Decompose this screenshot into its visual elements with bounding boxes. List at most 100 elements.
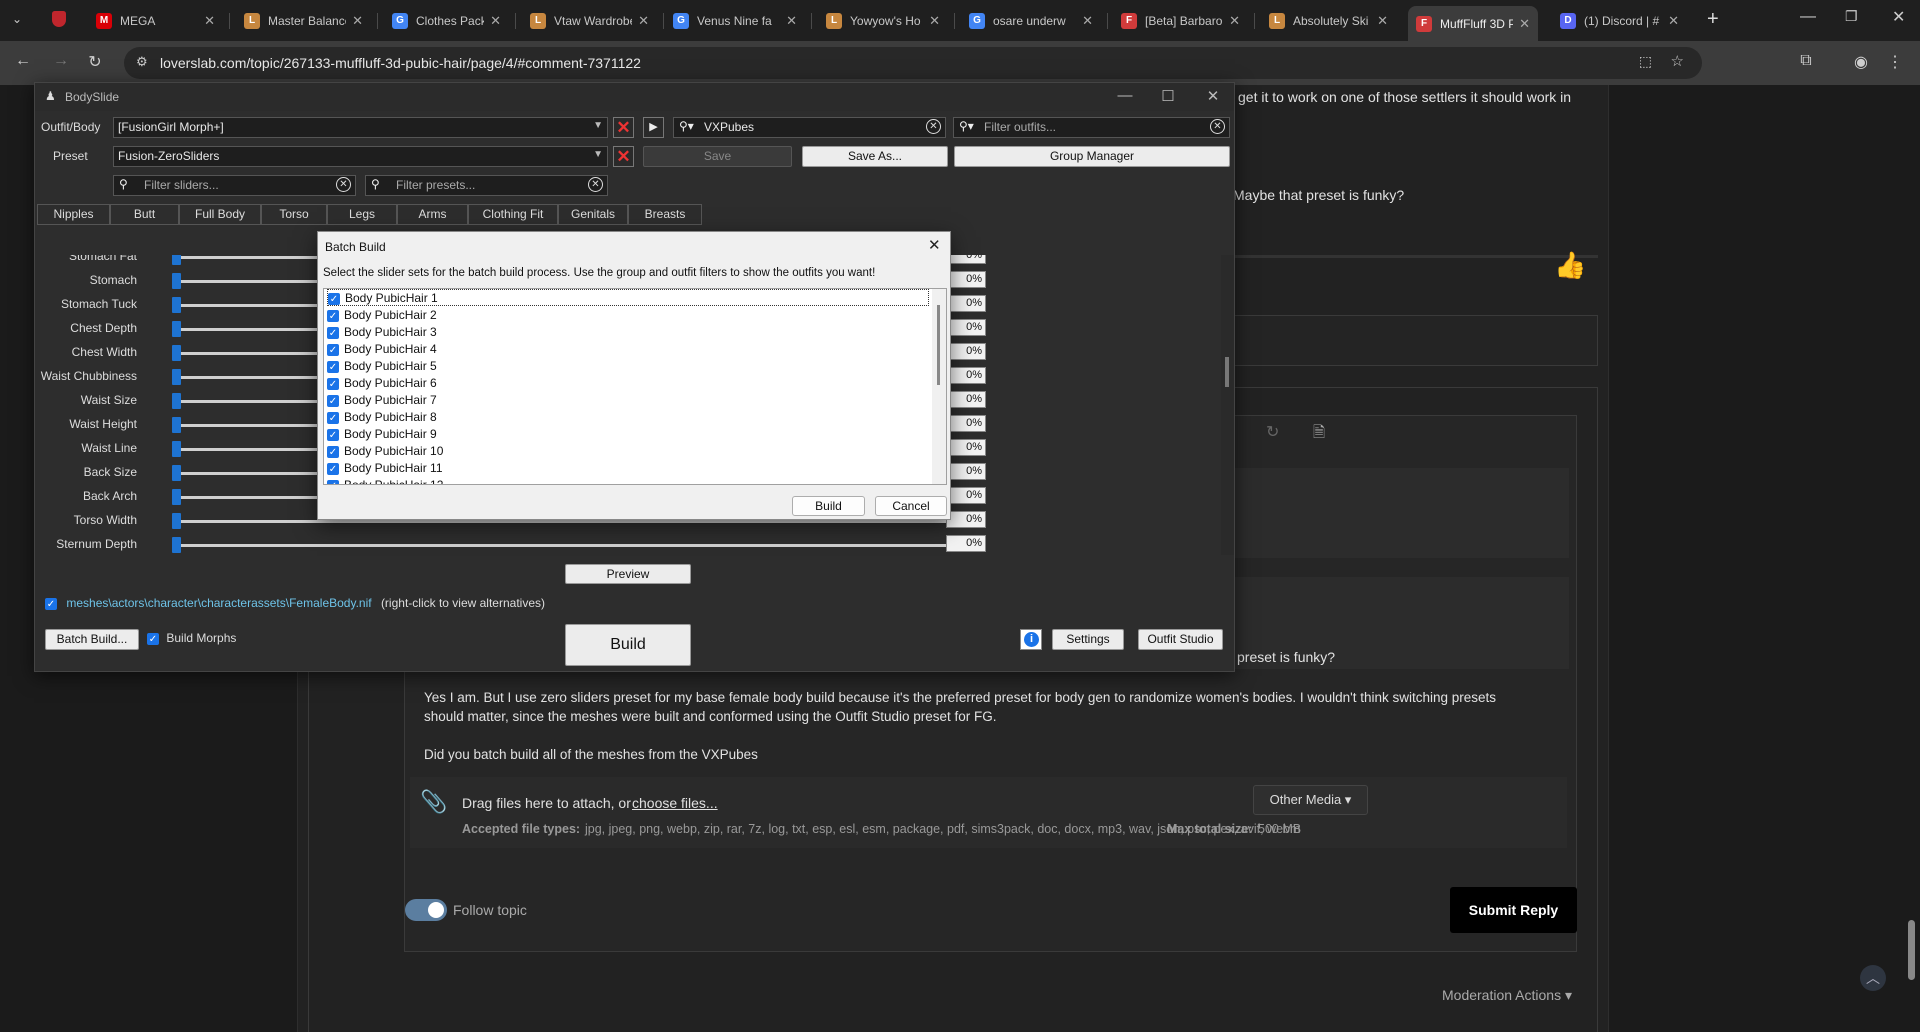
tab-search-icon[interactable]: ⌄ bbox=[12, 12, 22, 26]
slider-thumb[interactable] bbox=[172, 321, 181, 337]
category-tab[interactable]: Arms bbox=[397, 204, 468, 225]
scroll-to-top-icon[interactable]: ︿ bbox=[1860, 965, 1886, 991]
slider-thumb[interactable] bbox=[172, 417, 181, 433]
slider-value[interactable]: 0% bbox=[946, 271, 986, 288]
slider-thumb[interactable] bbox=[172, 537, 181, 553]
list-item[interactable]: ✓ Body PubicHair 8 bbox=[327, 409, 437, 426]
category-tab[interactable]: Butt bbox=[110, 204, 179, 225]
new-tab-button[interactable]: + bbox=[1707, 8, 1719, 31]
delete-preset-button[interactable]: ✕ bbox=[613, 146, 634, 167]
list-item[interactable]: ✓ Body PubicHair 3 bbox=[327, 324, 437, 341]
list-item[interactable]: ✓ Body PubicHair 10 bbox=[327, 443, 443, 460]
list-item[interactable]: ✓ Body PubicHair 7 bbox=[327, 392, 437, 409]
moderation-actions-menu[interactable]: Moderation Actions ▾ bbox=[1442, 987, 1572, 1004]
category-tab[interactable]: Breasts bbox=[628, 204, 702, 225]
page-scrollbar[interactable] bbox=[1908, 920, 1915, 980]
mesh-path-link[interactable]: meshes\actors\character\characterassets\… bbox=[66, 596, 371, 610]
slider-track[interactable] bbox=[176, 544, 976, 547]
build-morphs-checkbox[interactable]: ✓ bbox=[147, 632, 159, 645]
tab-close-icon[interactable]: ✕ bbox=[929, 13, 940, 29]
category-tab[interactable]: Full Body bbox=[179, 204, 261, 225]
submit-reply-button[interactable]: Submit Reply bbox=[1450, 887, 1577, 933]
info-icon[interactable]: i bbox=[1020, 629, 1042, 650]
slider-value[interactable]: 0% bbox=[946, 511, 986, 528]
preview-button[interactable]: Preview bbox=[565, 564, 691, 584]
install-app-icon[interactable]: ⬚ bbox=[1639, 53, 1652, 70]
build-button[interactable]: Build bbox=[565, 624, 691, 666]
slider-thumb[interactable] bbox=[172, 369, 181, 385]
slider-value[interactable]: 0% bbox=[946, 487, 986, 504]
save-button[interactable]: Save bbox=[643, 146, 792, 167]
list-item[interactable]: ✓ Body PubicHair 11 bbox=[327, 460, 443, 477]
profile-icon[interactable]: ◉ bbox=[1850, 52, 1872, 72]
list-item[interactable]: ✓ Body PubicHair 9 bbox=[327, 426, 437, 443]
list-item-checkbox[interactable]: ✓ bbox=[327, 377, 339, 390]
slider-value[interactable]: 0% bbox=[946, 415, 986, 432]
group-filter-input[interactable]: ⚲▾ VXPubes ✕ bbox=[673, 117, 946, 138]
category-tab[interactable]: Nipples bbox=[37, 204, 110, 225]
category-tab[interactable]: Torso bbox=[261, 204, 327, 225]
window-minimize-icon[interactable]: — bbox=[1800, 8, 1816, 26]
window-close-icon[interactable]: ✕ bbox=[1892, 7, 1905, 27]
browser-tab[interactable]: L Vtaw Wardrobe ✕ bbox=[522, 4, 657, 37]
save-as-button[interactable]: Save As... bbox=[802, 146, 948, 167]
delete-outfit-button[interactable]: ✕ bbox=[613, 117, 634, 138]
slider-thumb[interactable] bbox=[172, 513, 181, 529]
list-scrollbar[interactable] bbox=[932, 289, 946, 484]
category-tab[interactable]: Legs bbox=[327, 204, 397, 225]
slider-thumb[interactable] bbox=[172, 273, 181, 289]
list-item-checkbox[interactable]: ✓ bbox=[327, 462, 339, 475]
close-icon[interactable]: ✕ bbox=[1203, 87, 1223, 105]
tab-close-icon[interactable]: ✕ bbox=[1229, 13, 1240, 29]
slider-scrollbar[interactable] bbox=[1221, 255, 1234, 555]
tab-close-icon[interactable]: ✕ bbox=[1519, 16, 1530, 32]
follow-topic-toggle[interactable] bbox=[405, 899, 447, 921]
tab-close-icon[interactable]: ✕ bbox=[1668, 13, 1679, 29]
menu-kebab-icon[interactable]: ⋮ bbox=[1884, 52, 1906, 72]
slider-value[interactable]: 0% bbox=[946, 463, 986, 480]
tab-close-icon[interactable]: ✕ bbox=[1082, 13, 1093, 29]
redo-icon[interactable]: ↻ bbox=[1266, 422, 1279, 442]
browser-tab[interactable]: F [Beta] Barbaro ✕ bbox=[1113, 4, 1248, 37]
slider-thumb[interactable] bbox=[172, 393, 181, 409]
browser-tab[interactable]: F MuffFluff 3D P ✕ bbox=[1408, 6, 1538, 41]
slider-thumb[interactable] bbox=[172, 489, 181, 505]
preset-filter-input[interactable]: ⚲ Filter presets... ✕ bbox=[365, 175, 608, 196]
slider-value[interactable]: 0% bbox=[946, 391, 986, 408]
tab-close-icon[interactable]: ✕ bbox=[786, 13, 797, 29]
list-item[interactable]: ✓ Body PubicHair 1 bbox=[327, 289, 929, 306]
slider-filter-input[interactable]: ⚲ Filter sliders... ✕ bbox=[113, 175, 356, 196]
group-select-icon[interactable]: ▶ bbox=[643, 117, 664, 138]
list-item-checkbox[interactable]: ✓ bbox=[327, 411, 339, 424]
mesh-path-checkbox[interactable]: ✓ bbox=[45, 597, 57, 610]
list-item-checkbox[interactable]: ✓ bbox=[328, 292, 340, 305]
outfit-studio-button[interactable]: Outfit Studio bbox=[1138, 629, 1223, 650]
browser-tab[interactable]: G Clothes Pack 3 ✕ bbox=[384, 4, 509, 37]
extension-shield-icon[interactable] bbox=[52, 11, 66, 27]
clear-icon[interactable]: ✕ bbox=[1210, 119, 1225, 134]
choose-files-link[interactable]: choose files... bbox=[632, 795, 718, 811]
list-item[interactable]: ✓ Body PubicHair 5 bbox=[327, 358, 437, 375]
site-info-icon[interactable]: ⚙ bbox=[136, 54, 148, 70]
slider-thumb[interactable] bbox=[172, 465, 181, 481]
clear-icon[interactable]: ✕ bbox=[926, 119, 941, 134]
batch-build-button[interactable]: Batch Build... bbox=[45, 629, 139, 650]
outfit-body-select[interactable]: [FusionGirl Morph+] ▼ bbox=[113, 117, 608, 138]
browser-tab[interactable]: Gosare underw ✕ bbox=[961, 4, 1101, 37]
list-item[interactable]: ✓ Body PubicHair 12 bbox=[327, 477, 443, 484]
dialog-close-icon[interactable]: ✕ bbox=[928, 236, 941, 254]
tab-close-icon[interactable]: ✕ bbox=[490, 13, 501, 29]
tab-close-icon[interactable]: ✕ bbox=[638, 13, 649, 29]
maximize-icon[interactable]: ☐ bbox=[1158, 87, 1178, 105]
slider-value[interactable]: 0% bbox=[946, 255, 986, 264]
tab-close-icon[interactable]: ✕ bbox=[1377, 13, 1388, 29]
slider-value[interactable]: 0% bbox=[946, 367, 986, 384]
list-item-checkbox[interactable]: ✓ bbox=[327, 428, 339, 441]
thumbs-up-icon[interactable]: 👍 bbox=[1554, 250, 1586, 281]
clear-icon[interactable]: ✕ bbox=[336, 177, 351, 192]
outfit-filter-input[interactable]: ⚲▾ Filter outfits... ✕ bbox=[953, 117, 1230, 138]
dialog-cancel-button[interactable]: Cancel bbox=[875, 496, 947, 516]
outfit-checklist[interactable]: ✓ Body PubicHair 1 ✓ Body PubicHair 2 ✓ Body … bbox=[323, 288, 947, 485]
list-item-checkbox[interactable]: ✓ bbox=[327, 343, 339, 356]
reload-icon[interactable]: ↻ bbox=[84, 52, 106, 72]
